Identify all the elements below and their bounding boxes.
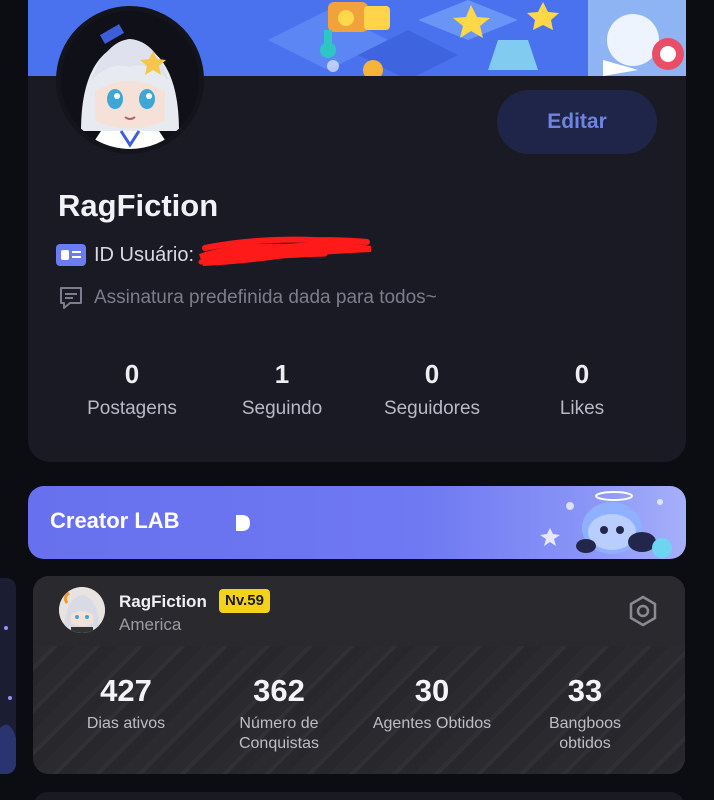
stat-active-days: 427 Dias ativos	[61, 672, 191, 734]
stat-following[interactable]: 1 Seguindo	[207, 356, 357, 420]
game-avatar	[59, 587, 105, 633]
creator-lab-title: Creator LAB	[50, 508, 180, 533]
stat-value: 0	[424, 359, 440, 389]
signature-row: Assinatura predefinida dada para todos~	[58, 285, 437, 311]
stat-value: 362	[253, 673, 305, 708]
stat-label: Seguindo	[241, 398, 323, 419]
game-region: America	[119, 615, 182, 634]
stat-achievements: 362 Número de Conquistas	[214, 672, 344, 754]
previous-card-peek[interactable]	[0, 578, 16, 774]
game-record-card[interactable]: RagFiction Nv.59 America 427 Dias ativos…	[33, 576, 685, 774]
stat-label: Dias ativos	[86, 715, 166, 732]
id-card-icon	[56, 244, 86, 266]
profile-username: RagFiction	[58, 188, 219, 223]
stat-agents: 30 Agentes Obtidos	[367, 672, 497, 734]
settings-icon[interactable]	[627, 595, 659, 627]
stat-value: 1	[274, 359, 290, 389]
level-badge: Nv.59	[219, 589, 270, 613]
stat-label: Seguidores	[383, 398, 481, 419]
play-arrow-icon	[236, 515, 250, 531]
game-username: RagFiction	[119, 592, 207, 611]
user-id-row: ID Usuário:	[56, 240, 194, 270]
signature-text: Assinatura predefinida dada para todos~	[94, 287, 437, 308]
mascot-illustration	[540, 491, 672, 558]
stat-label: Likes	[559, 398, 605, 419]
stat-label: Número de Conquistas	[238, 715, 320, 752]
stat-value: 30	[414, 673, 450, 708]
stat-label: Bangboos obtidos	[548, 715, 622, 752]
user-id-label: ID Usuário:	[94, 243, 195, 266]
stat-followers[interactable]: 0 Seguidores	[357, 356, 507, 420]
next-card-peek	[33, 792, 685, 800]
stat-label: Postagens	[87, 398, 177, 419]
stat-value: 0	[574, 359, 590, 389]
stat-likes[interactable]: 0 Likes	[507, 356, 657, 420]
profile-avatar[interactable]	[56, 6, 204, 154]
redaction-scribble	[198, 236, 371, 266]
creator-lab-banner[interactable]: Creator LAB	[28, 486, 686, 559]
edit-profile-button[interactable]: Editar	[497, 90, 657, 154]
chat-bubble-icon	[60, 287, 82, 309]
stat-value: 427	[100, 673, 152, 708]
stat-value: 33	[567, 673, 603, 708]
stat-value: 0	[124, 359, 140, 389]
stat-label: Agentes Obtidos	[372, 715, 492, 732]
stat-bangboos: 33 Bangboos obtidos	[520, 672, 650, 754]
stat-posts[interactable]: 0 Postagens	[57, 356, 207, 420]
